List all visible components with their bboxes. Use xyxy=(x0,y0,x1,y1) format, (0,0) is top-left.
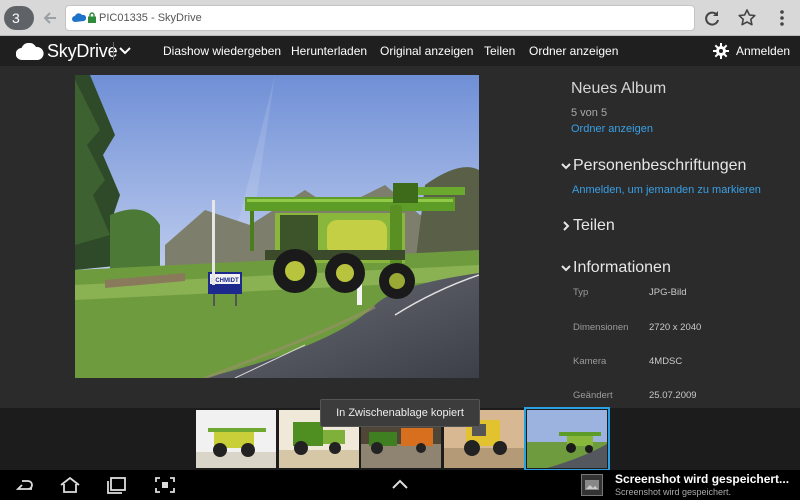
prop-type-value: JPG-Bild xyxy=(649,287,687,298)
skydrive-cloud-icon xyxy=(72,13,86,22)
recent-apps-icon[interactable] xyxy=(105,475,129,495)
chevron-down-icon xyxy=(561,265,571,272)
photo-info-panel: Neues Album 5 von 5 Ordner anzeigen Pers… xyxy=(560,66,800,408)
view-original-button[interactable]: Original anzeigen xyxy=(380,36,473,66)
header-divider xyxy=(113,42,114,60)
prop-dimensions-label: Dimensionen xyxy=(573,322,629,333)
bookmark-star-icon[interactable] xyxy=(737,8,757,28)
information-label: Informationen xyxy=(573,259,671,276)
skydrive-header: SkyDrive Diashow wiedergeben Herunterlad… xyxy=(0,36,800,66)
brand-name[interactable]: SkyDrive xyxy=(47,40,118,62)
tab-switcher-button[interactable]: 3 xyxy=(4,6,34,30)
gear-icon[interactable] xyxy=(713,43,729,59)
overflow-menu-icon[interactable] xyxy=(772,8,792,28)
photo-viewer: SCHMIDT Neues Album 5 von 5 Ordner anzei… xyxy=(0,66,800,408)
roadside-sign-text: SCHMIDT xyxy=(211,278,239,284)
address-bar[interactable]: PIC01335 - SkyDrive xyxy=(66,6,694,30)
back-arrow-icon[interactable] xyxy=(40,8,60,28)
chevron-right-icon xyxy=(563,221,570,231)
people-tags-header[interactable]: Personenbeschriftungen xyxy=(560,157,746,175)
prop-modified-value: 25.07.2009 xyxy=(649,390,697,401)
prop-modified-label: Geändert xyxy=(573,390,613,401)
chevron-down-icon[interactable] xyxy=(118,44,132,58)
prop-camera-label: Kamera xyxy=(573,356,607,367)
signin-to-tag-link[interactable]: Anmelden, um jemanden zu markieren xyxy=(572,184,761,196)
share-button[interactable]: Teilen xyxy=(484,36,515,66)
photo-position: 5 von 5 xyxy=(571,107,608,119)
screenshot-notification-icon xyxy=(581,474,603,496)
url-text: PIC01335 - SkyDrive xyxy=(99,12,202,24)
share-section-label: Teilen xyxy=(573,217,615,234)
skydrive-logo-icon[interactable] xyxy=(16,43,44,60)
view-folder-link[interactable]: Ordner anzeigen xyxy=(571,123,653,135)
back-icon[interactable] xyxy=(12,475,36,495)
chevron-up-icon[interactable] xyxy=(388,475,412,495)
chevron-down-icon xyxy=(561,163,571,170)
screenshot-icon[interactable] xyxy=(153,475,177,495)
information-header[interactable]: Informationen xyxy=(560,259,671,277)
share-section-header[interactable]: Teilen xyxy=(560,217,615,235)
main-photo[interactable]: SCHMIDT xyxy=(75,75,479,378)
clipboard-toast: In Zwischenablage kopiert xyxy=(320,399,480,427)
home-icon[interactable] xyxy=(58,475,82,495)
browser-toolbar: 3 PIC01335 - SkyDrive xyxy=(0,0,800,36)
thumbnail-1[interactable] xyxy=(196,410,276,468)
prop-type-label: Typ xyxy=(573,287,589,298)
thumbnail-5-selected[interactable] xyxy=(524,407,610,471)
view-folder-button[interactable]: Ordner anzeigen xyxy=(529,36,618,66)
download-button[interactable]: Herunterladen xyxy=(291,36,367,66)
slideshow-button[interactable]: Diashow wiedergeben xyxy=(163,36,281,66)
notification-title: Screenshot wird gespeichert... xyxy=(615,472,790,486)
album-title: Neues Album xyxy=(571,80,667,97)
signin-button[interactable]: Anmelden xyxy=(736,36,790,66)
notification-subtitle: Screenshot wird gespeichert. xyxy=(615,487,732,497)
prop-camera-value: 4MDSC xyxy=(649,356,683,367)
reload-icon[interactable] xyxy=(702,8,722,28)
prop-dimensions-value: 2720 x 2040 xyxy=(649,322,702,333)
people-tags-label: Personenbeschriftungen xyxy=(573,157,747,174)
lock-icon xyxy=(88,12,96,23)
